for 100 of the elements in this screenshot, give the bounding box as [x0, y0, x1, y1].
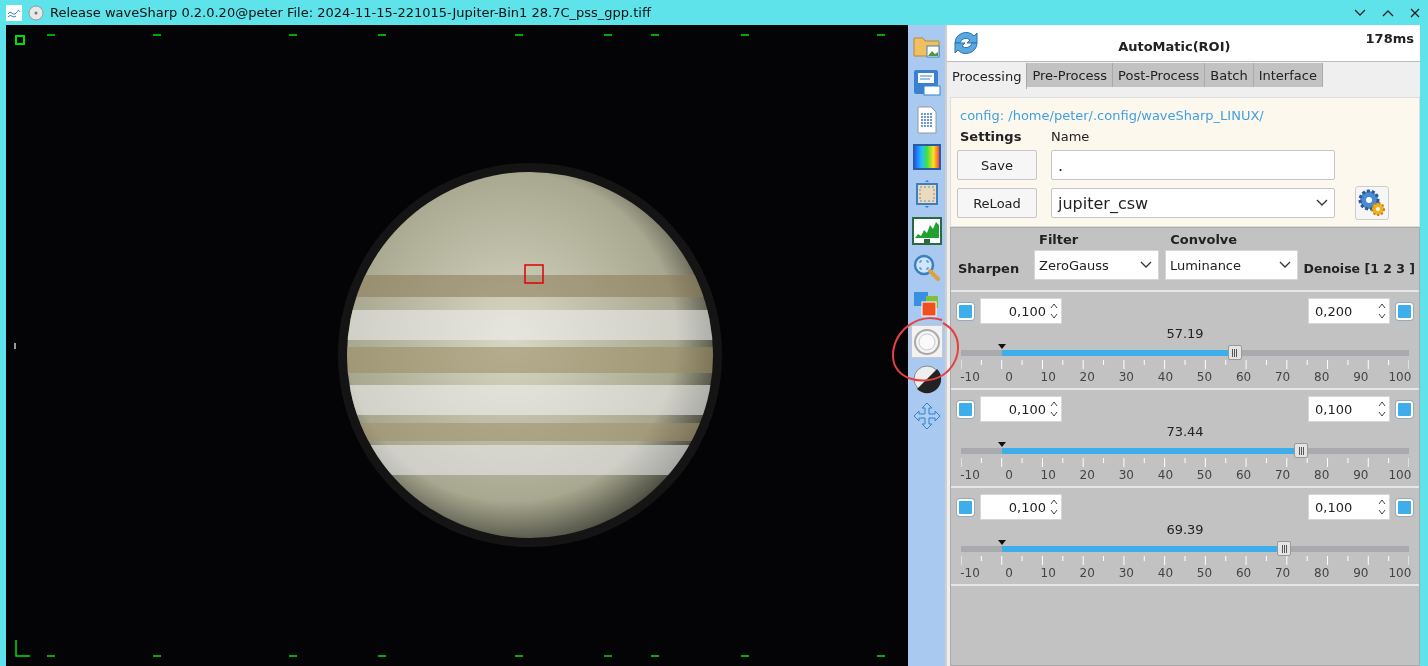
scale-label: 0	[1004, 468, 1014, 482]
toolbar-button[interactable]	[910, 362, 943, 395]
contrast-icon	[911, 363, 942, 394]
checkbox[interactable]	[957, 302, 974, 320]
tab[interactable]: Interface	[1253, 63, 1323, 87]
scale-label: 100	[1387, 370, 1413, 384]
name-label: Name	[1051, 129, 1090, 144]
sharpen-label: Sharpen	[958, 260, 1021, 276]
move-arrows-icon	[911, 400, 942, 431]
scale-label: 50	[1195, 370, 1214, 384]
filter-dropdown[interactable]: ZeroGauss	[1034, 250, 1159, 280]
scale-label: 70	[1274, 468, 1292, 482]
scale-label: 50	[1195, 468, 1214, 482]
toolbar-button[interactable]	[910, 214, 943, 247]
scale-label: -10	[959, 370, 981, 384]
scale-label: 60	[1234, 370, 1253, 384]
scale-label: 70	[1274, 566, 1292, 580]
spin-arrows-icon	[1050, 400, 1058, 418]
scale-label: 100	[1387, 566, 1413, 580]
scale-label: 30	[1117, 468, 1135, 482]
tab[interactable]: Batch	[1205, 63, 1254, 87]
tab[interactable]: Post-Process	[1113, 63, 1206, 87]
scale-label: 30	[1117, 370, 1135, 384]
app-logo-icon	[6, 4, 22, 21]
minimize-icon[interactable]	[1354, 8, 1366, 17]
spin-box[interactable]: 0,200	[1308, 298, 1390, 324]
scale-label: 20	[1078, 566, 1096, 580]
slider-reading: 73.44	[1166, 424, 1204, 439]
scale-label: 90	[1352, 566, 1370, 580]
floppy-disk-icon	[911, 67, 942, 98]
spin-box[interactable]: 0,100	[980, 494, 1062, 520]
zero-marker-icon	[997, 344, 1006, 349]
preset-dropdown[interactable]: jupiter_csw	[1051, 188, 1335, 218]
pin-button-icon[interactable]	[28, 4, 44, 21]
scale-label: -10	[959, 566, 981, 580]
slider-handle[interactable]	[1227, 345, 1242, 360]
scale-label: 60	[1234, 468, 1253, 482]
slider-reading: 57.19	[1166, 326, 1204, 341]
checkbox[interactable]	[957, 498, 974, 516]
scale-label: 10	[1039, 566, 1057, 580]
slider-reading: 69.39	[1166, 522, 1204, 537]
scale-label: 40	[1156, 370, 1175, 384]
convolve-dropdown[interactable]: Luminance	[1164, 250, 1298, 280]
zero-marker-icon	[997, 442, 1006, 447]
spin-arrows-icon	[1378, 400, 1386, 418]
scale-label: -10	[959, 468, 981, 482]
name-input-field[interactable]: .	[1051, 150, 1335, 180]
color-spectrum-icon	[911, 141, 942, 172]
window-title: Release waveSharp 0.2.0.20@peter File: 2024-11-15-221015-Jupiter-Bin1 28.7C_pss_gpp.tiff	[50, 5, 653, 20]
scale-label: 60	[1234, 566, 1253, 580]
scale-label: 90	[1352, 370, 1370, 384]
settings-button[interactable]	[1355, 186, 1389, 220]
chevron-down-icon	[1278, 261, 1291, 269]
spin-box[interactable]: 0,100	[1308, 396, 1390, 422]
save-button[interactable]: Save	[957, 150, 1037, 180]
tab[interactable]: Pre-Process	[1027, 63, 1114, 87]
settings-heading: Settings	[959, 129, 1023, 144]
close-icon[interactable]	[1410, 7, 1420, 18]
spin-box[interactable]: 0,100	[1308, 494, 1390, 520]
checkbox[interactable]	[957, 400, 974, 418]
scale-label: 50	[1195, 566, 1214, 580]
scale-label: 20	[1078, 370, 1096, 384]
scale-label: 40	[1156, 566, 1175, 580]
slider-handle[interactable]	[1294, 443, 1309, 458]
spin-arrows-icon	[1378, 498, 1386, 516]
spin-box[interactable]: 0,100	[980, 396, 1062, 422]
gear-icon	[1357, 188, 1387, 218]
scale-label: 0	[1004, 566, 1014, 580]
scale-label: 90	[1352, 468, 1370, 482]
reload-button[interactable]: ReLoad	[957, 188, 1037, 218]
scale-label: 30	[1117, 566, 1135, 580]
zero-marker-icon	[997, 540, 1006, 545]
spin-arrows-icon	[1378, 302, 1386, 320]
scale-label: 100	[1387, 468, 1413, 482]
roi-marker	[524, 264, 544, 284]
circle-icon	[911, 326, 942, 357]
scale-label: 80	[1313, 468, 1331, 482]
filter-label: Filter	[1039, 232, 1079, 249]
checkbox[interactable]	[1396, 302, 1413, 320]
checkbox[interactable]	[1396, 400, 1413, 418]
convolve-label: Convolve	[1170, 232, 1238, 249]
mode-label: AutoMatic(ROI)	[1117, 39, 1232, 54]
scale-label: 80	[1313, 370, 1331, 384]
magnifier-icon	[911, 252, 942, 283]
scale-label: 0	[1004, 370, 1014, 384]
scale-label: 10	[1039, 370, 1057, 384]
scale-label: 20	[1078, 468, 1096, 482]
scale-label: 80	[1313, 566, 1331, 580]
spin-box[interactable]: 0,100	[980, 298, 1062, 324]
denoise-label: Denoise [1 2 3 ]	[1303, 260, 1415, 276]
histogram-icon	[911, 215, 942, 246]
chevron-down-icon	[1316, 199, 1328, 207]
checkbox[interactable]	[1396, 498, 1413, 516]
scale-label: 10	[1039, 468, 1057, 482]
maximize-icon[interactable]	[1382, 8, 1394, 17]
chevron-down-icon	[1139, 261, 1152, 269]
spin-arrows-icon	[1050, 302, 1058, 320]
scale-label: 70	[1274, 370, 1292, 384]
timing-label: 178ms	[1365, 31, 1414, 46]
slider-handle[interactable]	[1277, 541, 1292, 556]
